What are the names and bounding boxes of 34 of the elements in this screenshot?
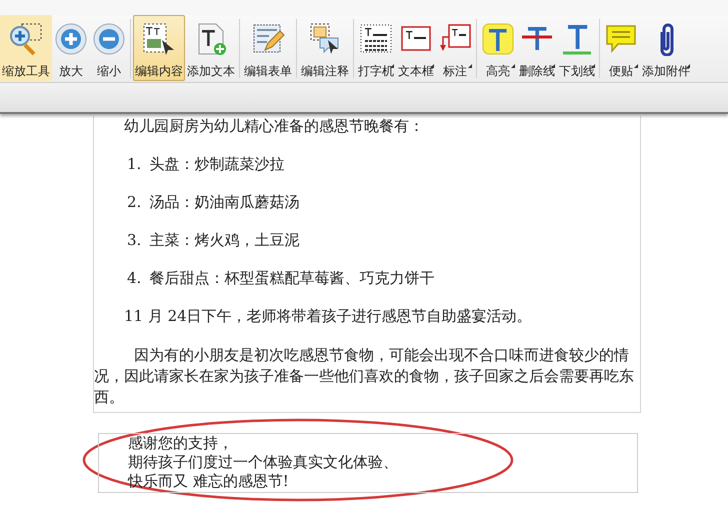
list-number: 4. xyxy=(127,268,142,288)
toolbar-button[interactable]: 编辑注释 xyxy=(299,15,351,81)
zoom-in-icon xyxy=(54,22,88,56)
underline-icon xyxy=(560,22,594,56)
zoom-out-icon xyxy=(92,22,126,56)
toolbar-button[interactable]: 下划线 xyxy=(557,15,597,81)
paragraph: 因为有的小朋友是初次吃感恩节食物，可能会出现不合口味而进食较少的情况，因此请家长在家为孩子准备一些他们喜欢的食物，孩子回家之后会需要再吃东西。 xyxy=(94,345,635,408)
toolbar-button[interactable]: 放大 xyxy=(52,15,90,81)
list-item-text: 头盘：炒制蔬菜沙拉 xyxy=(149,154,284,174)
text-image-icon xyxy=(142,22,176,56)
list-item-text: 餐后甜点：杯型蛋糕配草莓酱、巧克力饼干 xyxy=(149,268,434,288)
toolbar-button[interactable]: 文本框 xyxy=(396,15,436,81)
toolbar-button[interactable]: 添加文本 xyxy=(185,15,237,81)
magnifier-icon xyxy=(9,22,43,56)
highlight-icon xyxy=(481,22,515,56)
list-number: 3. xyxy=(127,230,142,250)
toolbar-button[interactable]: 高亮 xyxy=(479,15,517,81)
toolbar-button[interactable]: 标注 xyxy=(436,15,474,81)
paragraph: 11 月 24日下午，老师将带着孩子进行感恩节自助盛宴活动。 xyxy=(123,306,533,326)
toolbar-button[interactable]: 便贴 xyxy=(602,15,640,81)
toolbar-button[interactable]: 删除线 xyxy=(517,15,557,81)
toolbar-button[interactable]: 编辑内容 xyxy=(133,15,185,81)
text-line: 感谢您的支持， xyxy=(128,434,234,453)
toolbar-button[interactable]: 打字机 xyxy=(356,15,396,81)
text-line: 期待孩子们度过一个体验真实文化体验、 xyxy=(128,453,399,472)
list-item-text: 汤品：奶油南瓜蘑菇汤 xyxy=(149,192,300,212)
toolbar-button[interactable]: 缩小 xyxy=(90,15,128,81)
list-number: 1. xyxy=(127,154,142,174)
list-item-text: 主菜：烤火鸡，土豆泥 xyxy=(149,230,300,250)
list-number: 2. xyxy=(127,192,142,212)
toolbar-button[interactable]: 缩放工具 xyxy=(0,15,52,81)
toolbar-button[interactable]: 编辑表单 xyxy=(242,15,294,81)
toolbar-button[interactable]: 添加附件 xyxy=(640,15,692,81)
paragraph: 幼儿园厨房为幼儿精心准备的感恩节晚餐有： xyxy=(123,116,425,136)
